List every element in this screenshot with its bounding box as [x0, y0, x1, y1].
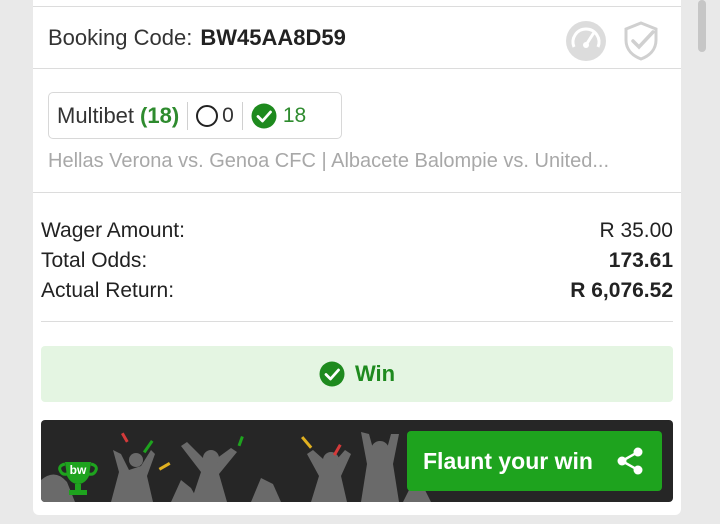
pending-circle-icon [196, 104, 219, 127]
odds-row: Total Odds: 173.61 [41, 246, 673, 276]
speedometer-icon[interactable] [565, 20, 607, 67]
booking-code-label: Booking Code: [48, 24, 193, 50]
scrollbar[interactable] [698, 0, 706, 52]
won-count: 18 [282, 103, 307, 127]
check-circle-icon [319, 361, 345, 387]
wager-row: Wager Amount: R 35.00 [41, 216, 673, 246]
multibet-legs-count: (18) [140, 102, 180, 128]
check-circle-icon [251, 103, 277, 129]
flaunt-button-label: Flaunt your win [423, 447, 593, 474]
divider [41, 321, 673, 322]
bet-details-card: Booking Code: BW45AA8D59 Multibet (18) 0… [33, 0, 681, 515]
matches-list[interactable]: Hellas Verona vs. Genoa CFC | Albacete B… [48, 150, 668, 173]
return-row: Actual Return: R 6,076.52 [41, 276, 673, 306]
multibet-summary[interactable]: Multibet (18) 0 18 [48, 92, 342, 139]
odds-value: 173.61 [608, 249, 673, 272]
wager-label: Wager Amount: [41, 219, 185, 242]
divider [187, 101, 189, 130]
odds-label: Total Odds: [41, 249, 148, 272]
multibet-label: Multibet [57, 102, 135, 128]
divider [241, 101, 243, 130]
bet-summary: Wager Amount: R 35.00 Total Odds: 173.61… [41, 216, 673, 306]
wager-value: R 35.00 [599, 219, 673, 242]
brand-logo-text: bw [70, 463, 87, 477]
flaunt-your-win-button[interactable]: Flaunt your win [407, 431, 662, 491]
shield-check-icon[interactable] [621, 20, 661, 67]
booking-code-row: Booking Code: BW45AA8D59 [33, 6, 681, 69]
win-status-banner: Win [41, 346, 673, 402]
flaunt-banner: bw Flaunt your win [41, 420, 673, 502]
pending-count: 0 [222, 103, 234, 127]
divider [33, 192, 681, 193]
booking-code-value: BW45AA8D59 [200, 24, 346, 50]
win-status-label: Win [354, 361, 396, 386]
share-icon [614, 445, 646, 482]
return-value: R 6,076.52 [570, 279, 673, 302]
return-label: Actual Return: [41, 279, 175, 302]
